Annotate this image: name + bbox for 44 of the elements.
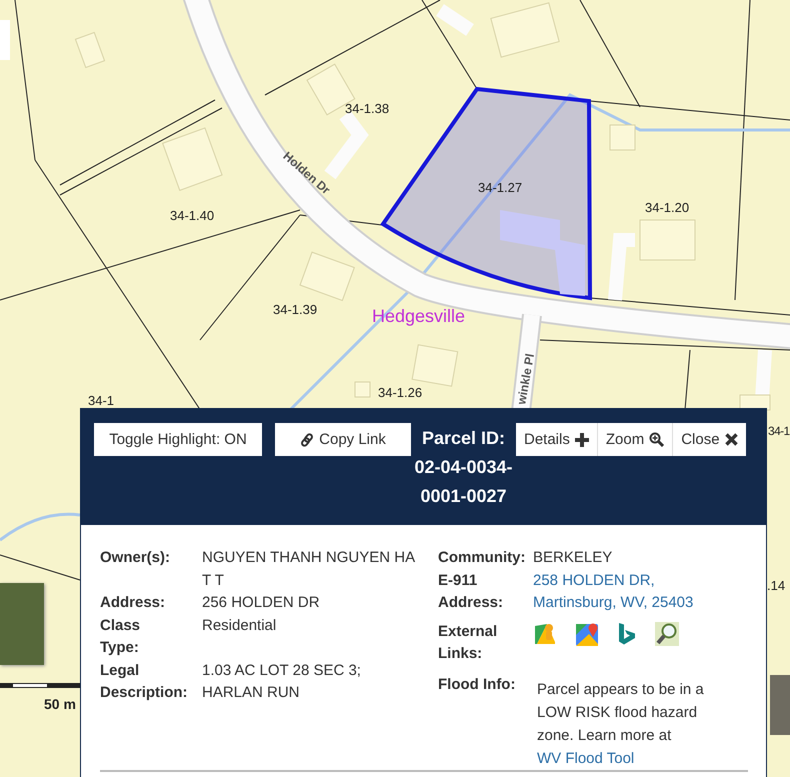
link-icon (300, 432, 314, 446)
field-label: Owner(s): (100, 548, 172, 568)
close-button[interactable]: Close (673, 423, 746, 456)
parcel-label: 34-1.39 (273, 302, 318, 317)
scale-label: 50 m (44, 696, 76, 712)
place-label: Hedgesville (372, 306, 466, 327)
field-label: Flood Info: (438, 674, 516, 694)
parcel-label: 34-1.40 (170, 208, 214, 223)
parcel-label: 34-1 (88, 393, 114, 408)
plus-icon (574, 432, 589, 446)
field-label: E-911 Address: (438, 570, 504, 613)
map-pin-icon[interactable] (575, 622, 599, 646)
magnifier-icon[interactable] (655, 622, 679, 646)
flood-tool-link[interactable]: WV Flood Tool (537, 750, 634, 766)
flood-info-text: Parcel appears to be in a LOW RISK flood hazard zone. Learn more at WV Flood Tool (536, 680, 705, 768)
street-view-icon[interactable] (533, 622, 557, 646)
street-label: winkle Pl (514, 352, 538, 406)
details-button[interactable]: Details (516, 423, 597, 456)
parcel-label: .14 (767, 578, 786, 593)
field-value: Residential (202, 616, 278, 636)
bing-icon[interactable] (617, 622, 637, 646)
popup-title: Parcel ID: (422, 428, 506, 449)
parcel-label: 34-1.27 (478, 180, 522, 195)
parcel-label: 34-1.26 (378, 385, 422, 400)
field-value: BERKELEY (533, 548, 614, 568)
copy-link-button[interactable]: Copy Link (275, 423, 411, 456)
field-value: 1.03 AC LOT 28 SEC 3; HARLAN RUN (202, 660, 362, 703)
field-label: Address: (100, 593, 166, 613)
parcel-label: 34-1.38 (345, 101, 390, 116)
field-value: 256 HOLDEN DR (202, 593, 321, 613)
zoom-button[interactable]: Zoom (598, 423, 672, 456)
zoom-icon (649, 432, 664, 447)
field-label: Class Type: (100, 616, 140, 658)
toggle-highlight-button[interactable]: Toggle Highlight: ON (94, 423, 262, 456)
address-link[interactable]: 258 HOLDEN DR, Martinsburg, WV, 25403 (533, 570, 723, 614)
close-icon (724, 433, 738, 446)
field-value: NGUYEN THANH NGUYEN HA T T (202, 548, 416, 590)
parcel-label: 34-1.20 (645, 200, 690, 215)
terrain-patch (770, 675, 790, 735)
parcel-label: 34-1 (768, 424, 790, 438)
field-label: Legal Description: (100, 660, 188, 703)
field-label: External Links: (438, 622, 498, 664)
parcel-id: 02-04-0034-0001-0027 (413, 456, 514, 508)
field-label: Community: (438, 548, 523, 568)
